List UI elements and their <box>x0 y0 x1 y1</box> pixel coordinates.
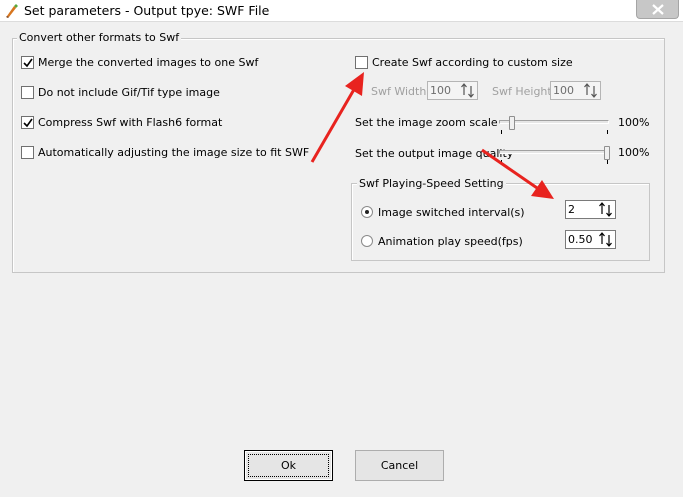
quality-slider-tick <box>607 160 608 164</box>
zoom-slider-track[interactable] <box>499 120 609 124</box>
spin-arrows-icon <box>599 232 612 247</box>
title-bar: Set parameters - Output tpye: SWF File <box>0 0 683 22</box>
zoom-scale-label: Set the image zoom scale <box>355 116 498 129</box>
quality-slider-thumb[interactable] <box>604 146 610 160</box>
exclude-gif-tif-checkbox[interactable] <box>21 86 34 99</box>
custom-size-checkbox[interactable] <box>355 56 368 69</box>
swf-width-label: Swf Width <box>371 85 427 98</box>
image-quality-label: Set the output image quality <box>355 147 514 160</box>
window-title: Set parameters - Output tpye: SWF File <box>24 3 270 18</box>
merge-images-label: Merge the converted images to one Swf <box>38 56 259 69</box>
spin-arrows-icon <box>461 83 474 98</box>
playing-speed-group-label: Swf Playing-Speed Setting <box>357 177 506 190</box>
fps-spinner[interactable]: 0.50 <box>565 230 616 249</box>
spin-arrows-icon <box>584 83 597 98</box>
swf-width-value: 100 <box>430 84 451 97</box>
quality-slider-tick <box>501 160 502 164</box>
zoom-slider-tick <box>501 130 502 134</box>
compress-flash6-checkbox[interactable] <box>21 116 34 129</box>
close-button[interactable] <box>636 0 679 19</box>
check-icon <box>23 118 33 128</box>
fps-value: 0.50 <box>568 233 593 246</box>
playing-speed-group <box>351 183 650 261</box>
swf-height-label: Swf Height <box>492 85 552 98</box>
quality-slider-track[interactable] <box>499 150 609 154</box>
spin-arrows-icon <box>599 202 612 217</box>
focus-rect <box>248 454 329 477</box>
zoom-scale-value: 100% <box>618 116 650 129</box>
swf-height-value: 100 <box>553 84 574 97</box>
zoom-slider-thumb[interactable] <box>508 116 515 130</box>
fps-label: Animation play speed(fps) <box>378 235 523 248</box>
swf-width-spinner[interactable]: 100 <box>427 81 478 100</box>
custom-size-label: Create Swf according to custom size <box>372 56 573 69</box>
compress-flash6-label: Compress Swf with Flash6 format <box>38 116 223 129</box>
interval-value: 2 <box>568 203 575 216</box>
auto-adjust-size-checkbox[interactable] <box>21 146 34 159</box>
cancel-button-label: Cancel <box>380 459 419 472</box>
interval-label: Image switched interval(s) <box>378 206 525 219</box>
check-icon <box>23 58 33 68</box>
auto-adjust-size-label: Automatically adjusting the image size t… <box>38 146 310 159</box>
close-icon <box>652 4 664 15</box>
interval-spinner[interactable]: 2 <box>565 200 616 219</box>
interval-radio[interactable] <box>361 206 373 218</box>
cancel-button[interactable]: Cancel <box>355 450 444 481</box>
app-icon <box>4 3 20 19</box>
exclude-gif-tif-label: Do not include Gif/Tif type image <box>38 86 220 99</box>
convert-options-group-label: Convert other formats to Swf <box>17 31 182 44</box>
ok-button[interactable]: Ok <box>244 450 333 481</box>
swf-height-spinner[interactable]: 100 <box>550 81 601 100</box>
zoom-slider-tick <box>607 130 608 134</box>
merge-images-checkbox[interactable] <box>21 56 34 69</box>
image-quality-value: 100% <box>618 146 650 159</box>
fps-radio[interactable] <box>361 235 373 247</box>
